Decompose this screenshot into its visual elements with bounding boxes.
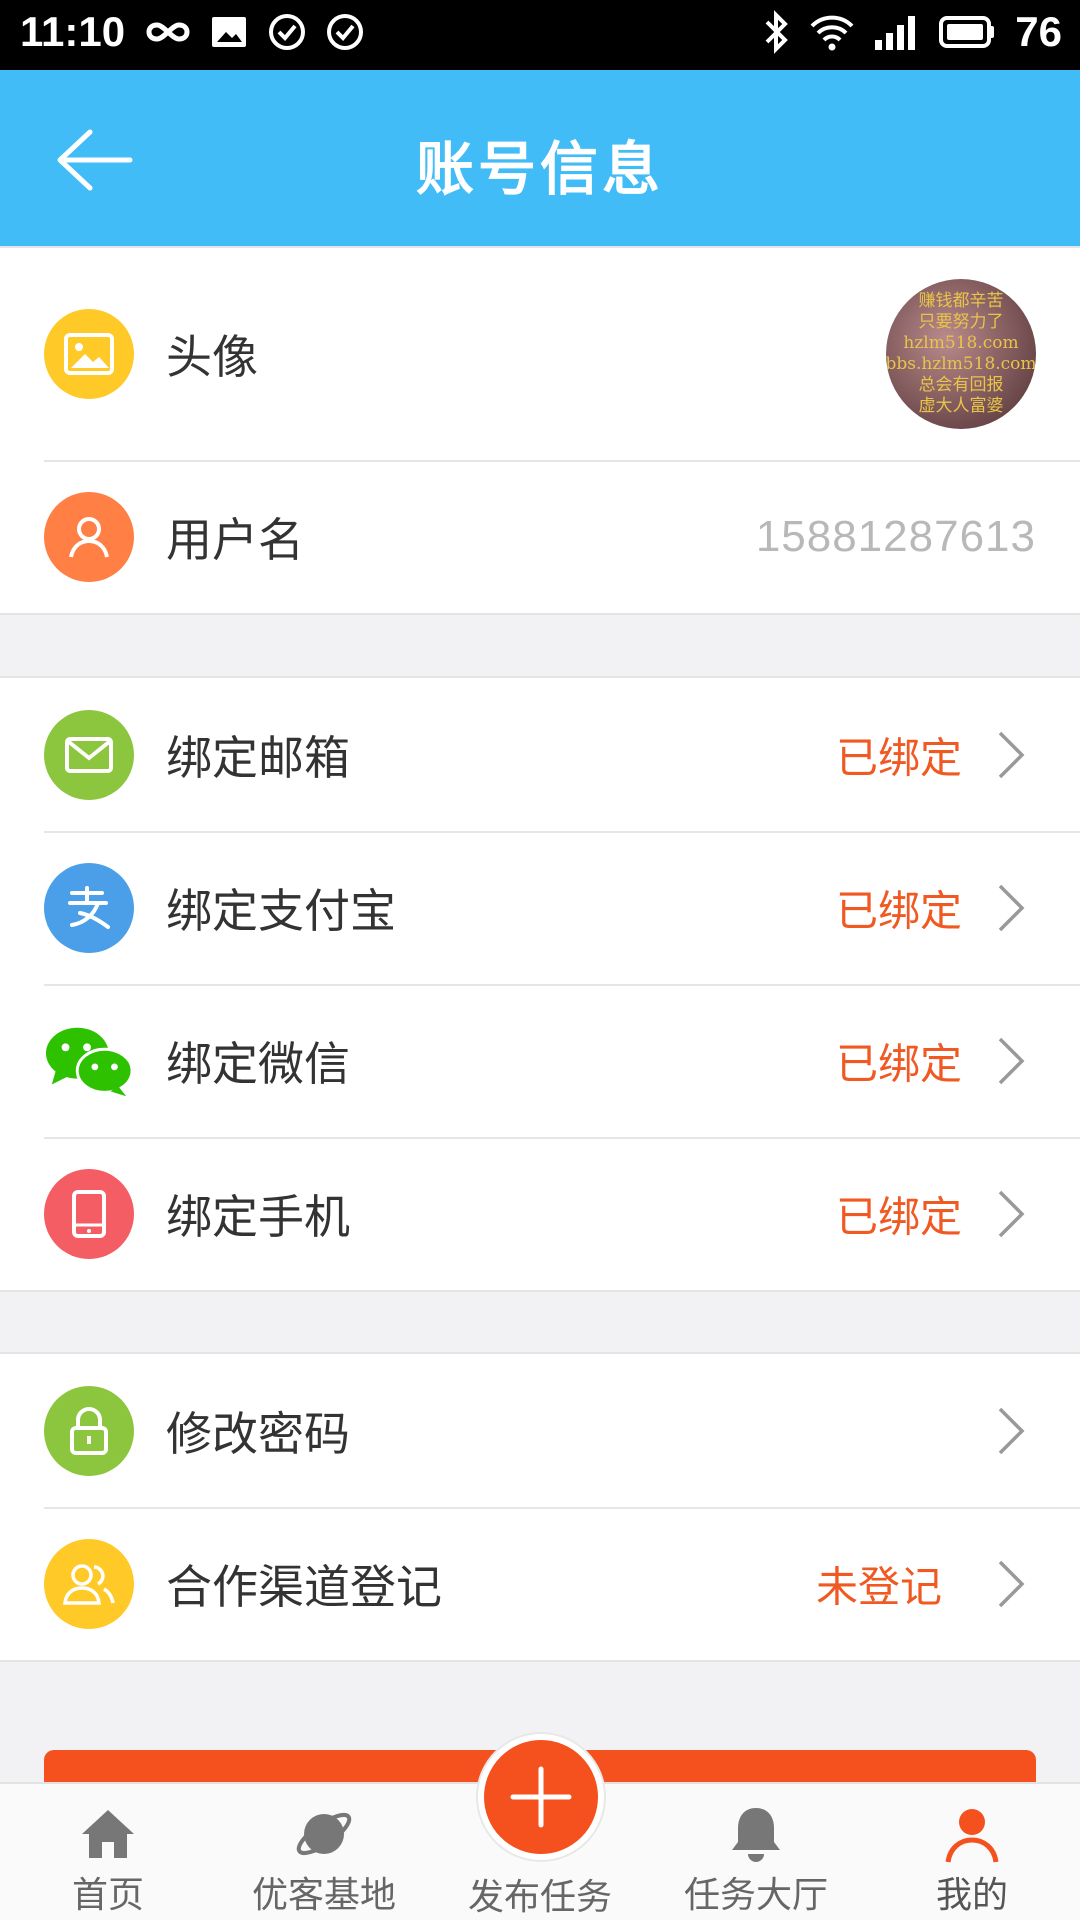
page-title: 账号信息 <box>415 135 664 203</box>
check-circle-icon <box>269 14 305 50</box>
wifi-icon <box>810 15 854 51</box>
tab-home-label: 首页 <box>71 1875 144 1916</box>
mail-icon <box>44 709 134 800</box>
tab-mine[interactable]: 我的 <box>864 1784 1080 1920</box>
channel-register-status: 未登记 <box>815 1562 942 1611</box>
bind-email-label: 绑定邮箱 <box>166 730 350 785</box>
image-icon <box>212 17 246 47</box>
avatar-text-line: 只要努力了 <box>918 312 1004 332</box>
bindings-group: 绑定邮箱 已绑定 绑定支付宝 已绑定 绑定微信 已绑定 绑定手机 已绑定 <box>0 676 1080 1292</box>
signal-icon <box>875 16 916 50</box>
tab-task-hall-label: 任务大厅 <box>683 1875 828 1916</box>
chevron-right-icon <box>998 1407 1025 1454</box>
status-right-icons: 76 <box>761 8 1062 56</box>
wechat-icon <box>44 1016 134 1106</box>
avatar-row[interactable]: 头像 赚钱都辛苦 只要努力了 hzlm518.com bbs.hzlm518.c… <box>0 248 1080 460</box>
person-icon <box>945 1809 999 1863</box>
change-password-row[interactable]: 修改密码 <box>0 1354 1080 1507</box>
bind-alipay-label: 绑定支付宝 <box>166 883 396 938</box>
lock-icon <box>44 1385 134 1476</box>
chevron-right-icon <box>998 884 1025 931</box>
chevron-right-icon <box>998 1190 1025 1237</box>
planet-icon <box>296 1812 352 1856</box>
phone-icon <box>44 1168 134 1259</box>
avatar-text-line: 虚大人富婆 <box>918 396 1004 416</box>
username-label: 用户名 <box>166 512 304 567</box>
battery-icon <box>939 16 995 48</box>
tab-publish-label: 发布任务 <box>467 1877 612 1918</box>
users-icon <box>44 1538 134 1629</box>
username-value: 15881287613 <box>755 511 1036 561</box>
bind-phone-row[interactable]: 绑定手机 已绑定 <box>0 1137 1080 1290</box>
avatar-text-line: hzlm518.com <box>903 333 1019 353</box>
picture-icon <box>44 309 134 399</box>
battery-level: 76 <box>1015 8 1062 55</box>
channel-register-row[interactable]: 合作渠道登记 未登记 <box>0 1507 1080 1660</box>
username-row: 用户名 15881287613 <box>0 460 1080 613</box>
avatar-text-line: bbs.hzlm518.com <box>886 354 1036 374</box>
change-password-label: 修改密码 <box>166 1406 350 1461</box>
bind-phone-label: 绑定手机 <box>166 1189 350 1244</box>
bind-wechat-status: 已绑定 <box>835 1039 962 1088</box>
status-bar: 11:10 76 <box>0 0 1080 70</box>
tab-home[interactable]: 首页 <box>0 1784 216 1920</box>
bind-email-row[interactable]: 绑定邮箱 已绑定 <box>0 678 1080 831</box>
profile-group: 头像 赚钱都辛苦 只要努力了 hzlm518.com bbs.hzlm518.c… <box>0 246 1080 615</box>
status-time: 11:10 <box>20 8 126 55</box>
bind-wechat-label: 绑定微信 <box>166 1036 350 1091</box>
bind-email-status: 已绑定 <box>835 733 962 782</box>
avatar-label: 头像 <box>166 330 258 384</box>
check-circle-icon <box>327 14 363 50</box>
chevron-right-icon <box>998 731 1025 778</box>
publish-fab[interactable] <box>478 1734 604 1860</box>
tab-base-label: 优客基地 <box>251 1875 396 1916</box>
security-group: 修改密码 合作渠道登记 未登记 <box>0 1352 1080 1662</box>
bind-alipay-row[interactable]: 绑定支付宝 已绑定 <box>0 831 1080 984</box>
bind-wechat-row[interactable]: 绑定微信 已绑定 <box>0 984 1080 1137</box>
channel-register-label: 合作渠道登记 <box>166 1559 442 1614</box>
user-icon <box>44 491 134 582</box>
plus-icon <box>510 1766 572 1828</box>
infinity-icon <box>146 22 190 42</box>
avatar[interactable]: 赚钱都辛苦 只要努力了 hzlm518.com bbs.hzlm518.com … <box>886 279 1036 429</box>
bind-phone-status: 已绑定 <box>835 1192 962 1241</box>
alipay-icon <box>44 862 134 953</box>
avatar-text-line: 总会有回报 <box>918 375 1004 395</box>
avatar-text-line: 赚钱都辛苦 <box>918 291 1004 311</box>
bind-alipay-status: 已绑定 <box>835 886 962 935</box>
tab-task-hall[interactable]: 任务大厅 <box>648 1784 864 1920</box>
app-bar: 账号信息 <box>0 70 1080 246</box>
tab-base[interactable]: 优客基地 <box>216 1784 432 1920</box>
bell-icon <box>732 1808 780 1862</box>
tab-mine-label: 我的 <box>935 1875 1008 1916</box>
home-icon <box>82 1810 134 1858</box>
bluetooth-icon <box>765 10 789 54</box>
chevron-right-icon <box>998 1037 1025 1084</box>
chevron-right-icon <box>998 1560 1025 1607</box>
status-left-icons <box>145 12 365 52</box>
